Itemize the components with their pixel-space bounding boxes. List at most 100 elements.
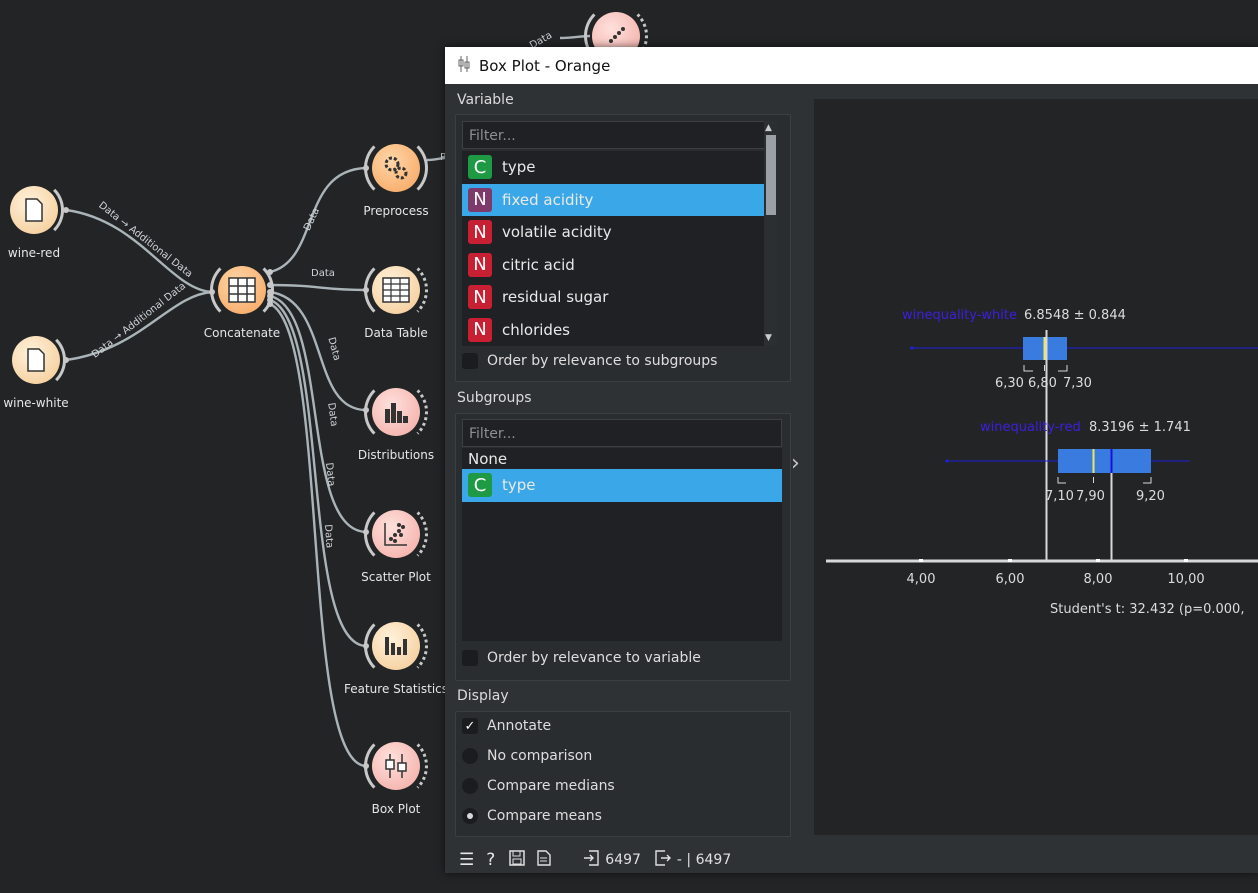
outlier-red [945,459,949,463]
scatter-icon [372,510,420,558]
table-concat-icon [218,266,266,314]
q3-white: 7,30 [1063,376,1092,391]
variable-item-label: citric acid [502,255,575,274]
link-distributions[interactable] [269,290,367,412]
x-axis-tick [1184,559,1188,562]
histogram-icon [372,388,420,436]
subgroup-none-label: None [468,449,508,468]
numeric-badge-icon: N [468,220,492,245]
subgroups-filter-input[interactable]: Filter... [462,419,782,447]
node-preprocess[interactable]: Preprocess [363,136,429,218]
radio-label: Compare medians [487,778,615,794]
variable-item[interactable]: Nvolatile acidity [462,216,764,249]
collapse-panel-chevron-icon[interactable]: › [791,451,800,476]
x-axis-tick-label: 6,00 [996,572,1025,587]
variable-section-title: Variable [457,92,514,108]
quartile-brackets-red [1057,477,1152,484]
report-icon[interactable] [537,849,551,871]
group-stat-white: 6.8548 ± 0.844 [1024,308,1126,323]
order-by-variable-checkbox[interactable]: Order by relevance to variable [462,650,701,666]
variable-item[interactable]: Ncitric acid [462,249,764,282]
numeric-badge-icon: N [468,252,492,277]
save-icon[interactable] [509,849,526,871]
check-icon[interactable]: ✓ [462,718,478,734]
radio-compare-medians[interactable]: Compare medians [462,778,615,794]
input-count: 6497 [605,852,641,868]
link-box-plot[interactable] [269,302,367,768]
radio-compare-means[interactable]: Compare means [462,808,602,824]
scrollbar-thumb[interactable] [766,135,776,215]
scroll-down-icon[interactable]: ▼ [765,333,772,343]
variable-item[interactable]: Nchlorides [462,314,764,347]
variable-filter-input[interactable]: Filter... [462,121,766,149]
radio-no-comparison[interactable]: No comparison [462,748,592,764]
radio-label: Compare means [487,808,602,824]
x-axis-tick [919,559,923,562]
radio-label: No comparison [487,748,593,764]
link-data-table[interactable] [269,283,367,292]
variable-item[interactable]: Ctype [462,151,764,184]
node-label: wine-white [3,396,69,410]
variable-item[interactable]: Nresidual sugar [462,281,764,314]
node-label: wine-red [7,246,61,260]
boxplot-red: winequality-red 8.3196 ± 1.741 7,10 7,90… [945,420,1191,561]
menu-icon[interactable]: ☰ [459,850,474,870]
node-wine-white[interactable]: wine-white [3,330,69,410]
q1-red: 7,10 [1045,489,1074,504]
variable-item-label: chlorides [502,320,570,339]
subgroup-item-label: type [502,476,536,495]
subgroups-list[interactable]: None C type [462,448,782,641]
help-icon[interactable]: ? [486,850,495,870]
link-preprocess[interactable] [269,166,367,274]
numeric-badge-icon: N [468,285,492,310]
x-axis-tick-label: 8,00 [1084,572,1113,587]
variable-item-label: residual sugar [502,288,609,307]
numeric-badge-icon: N [468,317,492,342]
edge-label-box-plot: Data [322,524,335,549]
variable-list[interactable]: Ctype Nfixed acidity Nvolatile acidity Ncit… [462,151,764,346]
table-icon [372,266,420,314]
scroll-up-icon[interactable]: ▲ [765,123,772,133]
node-data-table[interactable]: Data Table [364,258,428,340]
window-title: Box Plot - Orange [479,56,611,75]
checkbox-box[interactable] [462,353,478,369]
variable-scrollbar[interactable]: ▲ ▼ [764,121,778,345]
variable-item-label: volatile acidity [502,223,612,242]
variable-panel: Filter... Ctype Nfixed acidity Nvolatile a… [455,114,791,382]
q1-white: 6,30 [995,376,1024,391]
x-axis-tick [1096,559,1100,562]
radio-button[interactable] [462,748,478,764]
display-panel: ✓ Annotate No comparison Compare medians… [455,711,791,837]
boxplot-icon [457,55,471,77]
output-icon [655,849,671,871]
node-scatter-plot[interactable]: Scatter Plot [361,502,431,584]
checkbox-label: Order by relevance to subgroups [487,353,718,369]
node-distributions[interactable]: Distributions [358,380,434,462]
subgroup-item-type[interactable]: C type [462,469,782,502]
radio-button-selected[interactable] [462,808,478,824]
node-feature-statistics[interactable]: Feature Statistics [344,614,448,696]
node-wine-red[interactable]: wine-red [4,180,64,260]
node-concatenate[interactable]: Concatenate [204,258,280,340]
file-icon [12,336,60,384]
subgroup-none[interactable]: None [462,448,782,469]
annotate-checkbox[interactable]: ✓ Annotate [462,718,551,734]
window-titlebar[interactable]: Box Plot - Orange [445,47,1258,84]
node-box-plot[interactable]: Box Plot [364,734,428,816]
box-plot-svg: 4,00 6,00 8,00 10,00 winequality-white 6.85… [826,308,1258,617]
categorical-badge-icon: C [468,155,492,180]
x-axis-tick-label: 10,00 [1167,572,1204,587]
boxplot-icon [372,742,420,790]
q3-red: 9,20 [1136,489,1165,504]
radio-button[interactable] [462,778,478,794]
gears-icon [372,144,420,192]
box-plot-window[interactable]: Box Plot - Orange Variable Filter... Cty… [445,47,1258,873]
box-plot-area[interactable]: 4,00 6,00 8,00 10,00 winequality-white 6.85… [814,99,1258,835]
subgroups-section-title: Subgroups [457,390,532,406]
variable-item[interactable]: Nfixed acidity [462,183,764,216]
annotate-label: Annotate [487,718,552,734]
display-section-title: Display [457,688,509,704]
checkbox-box[interactable] [462,650,478,666]
status-bar: ☰ ? 6497 - | 6497 [445,847,1258,873]
order-by-subgroups-checkbox[interactable]: Order by relevance to subgroups [462,353,717,369]
